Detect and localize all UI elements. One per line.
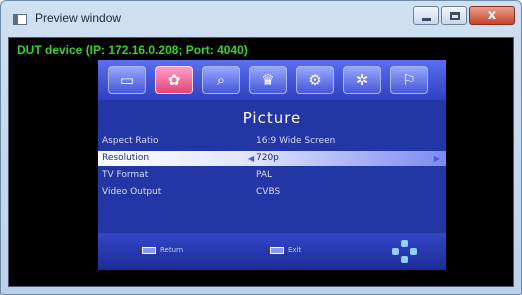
tv-screen: ▭ ✿ ⌕ ♛ ⚙ ✲ ⚐ Picture Aspect Ratio 16:9 … [98, 60, 446, 270]
exit-hint: Exit [270, 246, 301, 254]
menu-row-value: CVBS [256, 187, 281, 197]
settings-gear-icon: ✲ [343, 66, 381, 94]
tv-menu-icon-bar: ▭ ✿ ⌕ ♛ ⚙ ✲ ⚐ [98, 60, 446, 100]
return-hint-label: Return [160, 246, 184, 254]
exit-key-icon [270, 246, 284, 254]
search-icon-glyph: ⌕ [216, 71, 226, 89]
menu-row-video-output: Video Output CVBS [98, 185, 446, 200]
menu-row-aspect-ratio: Aspect Ratio 16:9 Wide Screen [98, 134, 446, 149]
maximize-icon [450, 12, 460, 20]
close-icon: x [487, 8, 497, 23]
exit-hint-label: Exit [288, 246, 302, 254]
title-bar[interactable]: Preview window x [1, 1, 521, 35]
search-icon: ⌕ [202, 66, 240, 94]
navigation-arrows-icon [392, 240, 418, 264]
gear-icon: ⚙ [296, 66, 334, 94]
menu-row-value: PAL [256, 170, 273, 180]
tv-icon-glyph: ▭ [119, 71, 135, 89]
minimize-icon [422, 18, 431, 21]
return-key-icon [142, 246, 156, 254]
crown-icon-glyph: ♛ [261, 71, 275, 89]
left-arrow-icon: ◀ [248, 154, 255, 163]
menu-row-label: Aspect Ratio [102, 136, 159, 146]
right-arrow-icon: ▶ [433, 154, 440, 163]
menu-row-label: Resolution [102, 153, 150, 163]
picture-reel-icon-glyph: ✿ [167, 71, 181, 89]
menu-row-label: Video Output [102, 187, 162, 197]
close-button[interactable]: x [469, 6, 515, 25]
menu-row-value: 720p [256, 153, 279, 163]
minimize-button[interactable] [413, 6, 439, 25]
tv-hint-bar: Return Exit [98, 233, 446, 270]
menu-row-value: 16:9 Wide Screen [256, 136, 336, 146]
preview-window: Preview window x DUT device (IP: 172.16.… [0, 0, 522, 295]
maximize-button[interactable] [441, 6, 467, 25]
preview-viewport: DUT device (IP: 172.16.0.208; Port: 4040… [8, 37, 514, 287]
menu-row-tv-format: TV Format PAL [98, 168, 446, 183]
crown-icon: ♛ [249, 66, 287, 94]
window-title: Preview window [35, 11, 122, 25]
menu-row-resolution: Resolution ◀ 720p ▶ [98, 151, 446, 166]
menu-row-label: TV Format [102, 170, 149, 180]
menu-title: Picture [242, 109, 302, 127]
gear-icon-glyph: ⚙ [308, 71, 322, 89]
dut-device-label: DUT device (IP: 172.16.0.208; Port: 4040… [17, 43, 248, 57]
info-icon-glyph: ⚐ [402, 71, 416, 89]
return-hint: Return [142, 246, 183, 254]
tv-icon: ▭ [108, 66, 146, 94]
settings-gear-icon-glyph: ✲ [355, 71, 369, 89]
picture-reel-icon: ✿ [155, 66, 193, 94]
window-controls: x [413, 6, 515, 26]
window-app-icon [13, 14, 27, 25]
info-icon: ⚐ [390, 66, 428, 94]
